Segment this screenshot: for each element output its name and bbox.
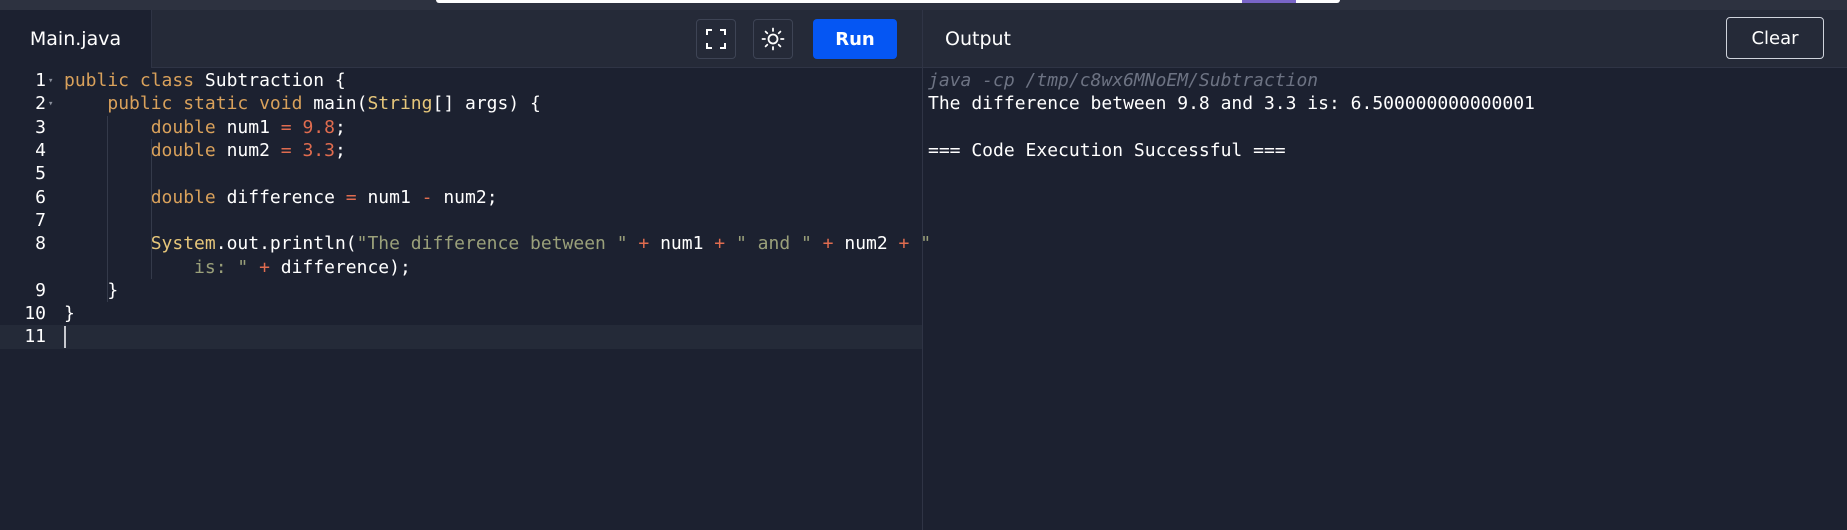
line-number: 5 [35, 163, 46, 185]
address-bar-accent [1242, 0, 1296, 3]
code-line[interactable]: 8 System.out.println("The difference bet… [0, 232, 931, 255]
clear-button-label: Clear [1751, 27, 1799, 49]
code-line[interactable]: 1 ▾ public class Subtraction { [0, 69, 922, 92]
code-text: double num2 = 3.3; [150, 140, 346, 162]
theme-toggle-button[interactable] [753, 19, 793, 59]
address-bar[interactable] [436, 0, 1340, 3]
pane-divider[interactable] [922, 10, 923, 530]
code-editor[interactable]: 1 ▾ public class Subtraction {2 ▾ public st… [0, 69, 931, 530]
line-number: 1 [35, 70, 46, 92]
clear-button[interactable]: Clear [1726, 17, 1824, 59]
fold-arrow-icon[interactable]: ▾ [48, 99, 53, 109]
code-text: } [64, 303, 75, 325]
code-line[interactable]: is: " + difference); [0, 255, 922, 278]
code-text: } [64, 279, 119, 301]
code-line[interactable]: 6 double difference = num1 - num2; [0, 186, 922, 209]
indent-guide [150, 138, 152, 279]
fullscreen-button[interactable] [696, 19, 736, 59]
code-text: public class Subtraction { [64, 70, 346, 92]
code-text: double num1 = 9.8; [150, 116, 346, 138]
output-line: The difference between 9.8 and 3.3 is: 6… [928, 93, 1535, 115]
line-number: 11 [24, 326, 46, 348]
code-line[interactable]: 2 ▾ public static void main(String[] args… [0, 92, 922, 115]
output-header: Output Clear [923, 10, 1847, 68]
code-line[interactable]: 3 double num1 = 9.8; [0, 116, 922, 139]
run-button-label: Run [835, 28, 875, 50]
line-number: 9 [35, 279, 46, 301]
line-number: 6 [35, 186, 46, 208]
sun-icon [761, 27, 785, 51]
editor-header: Main.java Run [0, 10, 922, 68]
file-tab-label: Main.java [29, 28, 122, 50]
indent-guide [107, 115, 109, 302]
line-number: 10 [24, 303, 46, 325]
output-line: === Code Execution Successful === [928, 140, 1286, 162]
output-command: java -cp /tmp/c8wx6MNoEM/Subtraction [928, 70, 1319, 92]
line-number: 2 [35, 93, 46, 115]
code-text: double difference = num1 - num2; [150, 186, 498, 208]
output-title: Output [945, 28, 1011, 50]
fullscreen-icon [706, 29, 726, 49]
run-button[interactable]: Run [813, 19, 897, 59]
line-number: 4 [35, 140, 46, 162]
code-text: System.out.println("The difference betwe… [150, 233, 932, 255]
line-number: 3 [35, 116, 46, 138]
file-tab-main-java[interactable]: Main.java [0, 10, 152, 68]
text-cursor [64, 325, 66, 348]
code-line[interactable]: 9 } [0, 279, 922, 302]
output-console: java -cp /tmp/c8wx6MNoEM/Subtraction The… [928, 69, 1847, 530]
browser-top-strip [0, 0, 1847, 10]
code-text: is: " + difference); [194, 256, 411, 278]
code-line[interactable]: 5 [0, 162, 922, 185]
fold-arrow-icon[interactable]: ▾ [48, 76, 53, 86]
code-line[interactable]: 7 [0, 209, 922, 232]
code-line[interactable]: 11 [0, 325, 922, 349]
code-text: public static void main(String[] args) { [107, 93, 541, 115]
code-line[interactable]: 4 double num2 = 3.3; [0, 139, 922, 162]
line-number: 8 [35, 233, 46, 255]
code-line[interactable]: 10} [0, 302, 922, 325]
line-number: 7 [35, 209, 46, 231]
